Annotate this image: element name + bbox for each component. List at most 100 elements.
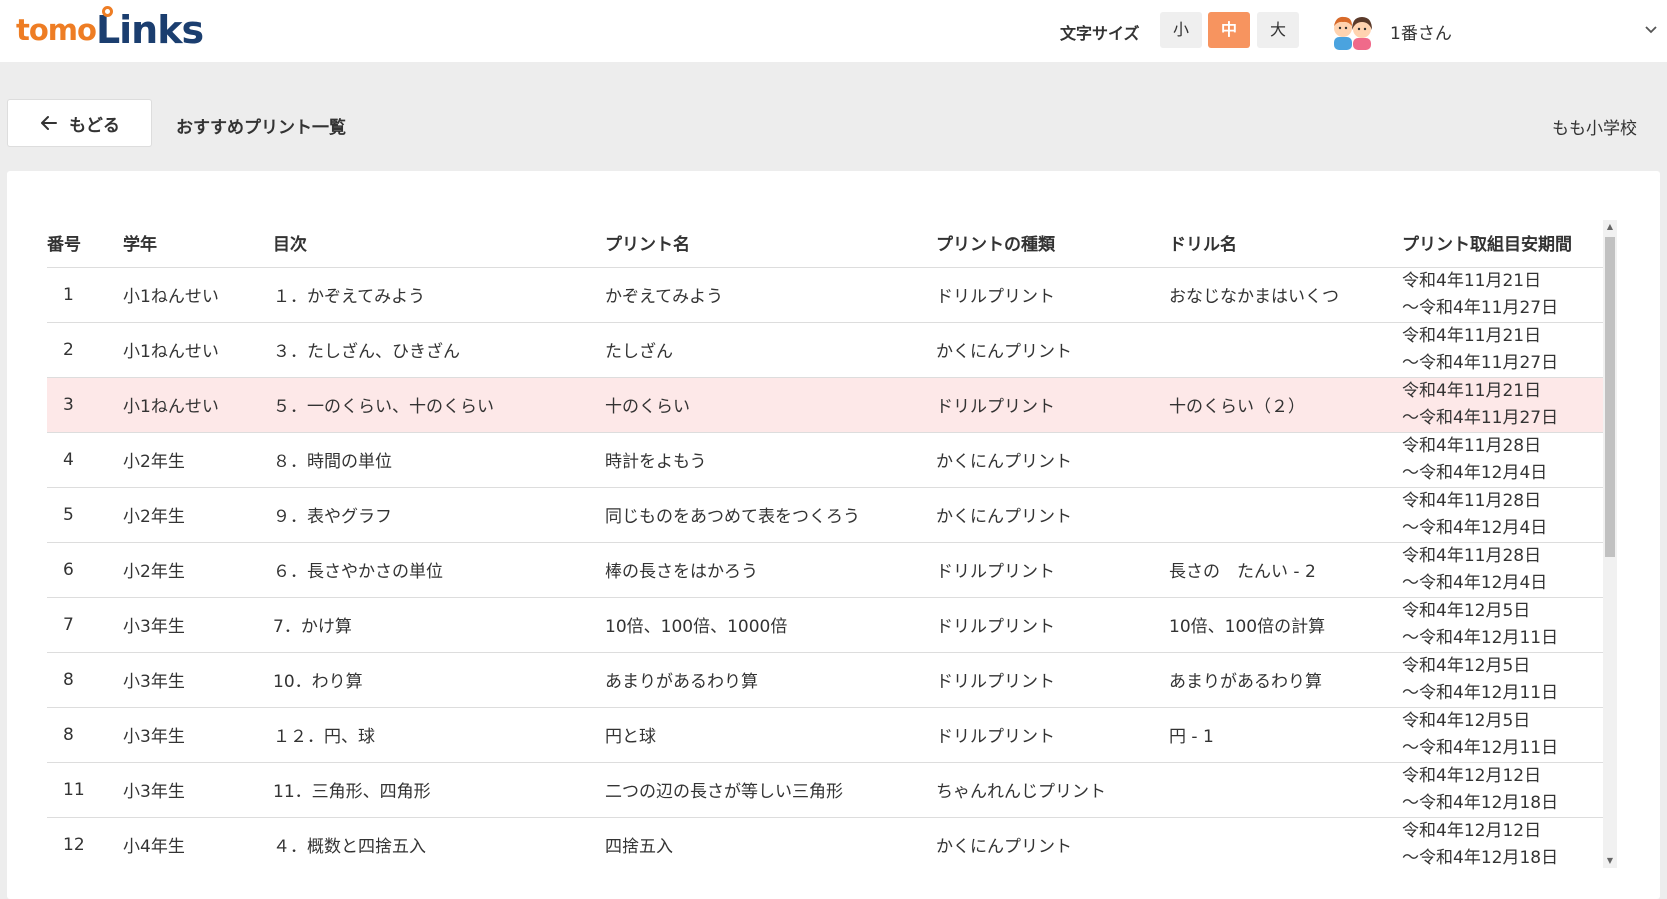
- cell-chapter: 11．三角形、四角形: [273, 762, 605, 818]
- table-scrollbar[interactable]: ▲ ▼: [1603, 220, 1617, 868]
- cell-period: 令和4年11月28日 ～令和4年12月4日: [1402, 542, 1610, 598]
- user-name[interactable]: 1番さん: [1390, 19, 1452, 44]
- period-end: ～令和4年11月27日: [1402, 352, 1559, 373]
- print-table-container[interactable]: 番号 学年 目次 プリント名 プリントの種類 ドリル名 プリント取組目安期間 1…: [47, 219, 1610, 869]
- font-size-medium-button[interactable]: 中: [1208, 12, 1250, 48]
- cell-print-name: 棒の長さをはかろう: [605, 542, 936, 598]
- cell-grade: 小1ねんせい: [123, 322, 273, 378]
- cell-print-type: ドリルプリント: [936, 267, 1169, 323]
- period-start: 令和4年11月21日: [1402, 380, 1542, 401]
- print-list-card: 番号 学年 目次 プリント名 プリントの種類 ドリル名 プリント取組目安期間 1…: [7, 171, 1660, 899]
- period-start: 令和4年12月12日: [1402, 765, 1542, 786]
- cell-print-name: 十のくらい: [605, 377, 936, 433]
- cell-print-name: 同じものをあつめて表をつくろう: [605, 487, 936, 543]
- table-row[interactable]: 7 小3年生 7．かけ算 10倍、100倍、1000倍 ドリルプリント 10倍、100倍の…: [47, 597, 1610, 653]
- back-button-label: もどる: [69, 115, 120, 136]
- page-title: おすすめプリント一覧: [176, 118, 346, 138]
- table-row[interactable]: 11 小3年生 11．三角形、四角形 二つの辺の長さが等しい三角形 ちゃんれんじプリント…: [47, 762, 1610, 818]
- cell-print-name: 時計をよもう: [605, 432, 936, 488]
- cell-drill-name: おなじなかまはいくつ: [1169, 267, 1402, 323]
- cell-drill-name: 円 - 1: [1169, 707, 1402, 763]
- cell-drill-name: [1169, 487, 1402, 543]
- cell-grade: 小3年生: [123, 597, 273, 653]
- table-row[interactable]: 4 小2年生 ８．時間の単位 時計をよもう かくにんプリント 令和4年11月28日 ～令和4…: [47, 432, 1610, 488]
- chevron-down-icon[interactable]: [1643, 22, 1659, 38]
- cell-print-type: かくにんプリント: [936, 322, 1169, 378]
- cell-period: 令和4年12月12日 ～令和4年12月18日: [1402, 762, 1610, 818]
- cell-chapter: ９．表やグラフ: [273, 487, 605, 543]
- period-start: 令和4年11月28日: [1402, 545, 1542, 566]
- table-row[interactable]: 2 小1ねんせい ３．たしざん、ひきざん たしざん かくにんプリント 令和4年11月21日…: [47, 322, 1610, 378]
- table-body: 1 小1ねんせい １．かぞえてみよう かぞえてみよう ドリルプリント おなじなかまはいくつ…: [47, 267, 1610, 869]
- table-row[interactable]: 5 小2年生 ９．表やグラフ 同じものをあつめて表をつくろう かくにんプリント 令和4年1…: [47, 487, 1610, 543]
- table-row[interactable]: 6 小2年生 ６．長さやかさの単位 棒の長さをはかろう ドリルプリント 長さの たんい -…: [47, 542, 1610, 598]
- back-button[interactable]: もどる: [7, 99, 152, 147]
- cell-grade: 小3年生: [123, 762, 273, 818]
- cell-print-name: かぞえてみよう: [605, 267, 936, 323]
- logo-text-links: Links: [96, 6, 204, 52]
- column-header-grade: 学年: [123, 219, 273, 268]
- cell-drill-name: 長さの たんい - 2: [1169, 542, 1402, 598]
- cell-number: 4: [47, 432, 123, 488]
- font-size-small-button[interactable]: 小: [1160, 12, 1202, 48]
- column-header-chapter: 目次: [273, 219, 605, 268]
- table-row[interactable]: 12 小4年生 ４．概数と四捨五入 四捨五入 かくにんプリント 令和4年12月12日 ～令和…: [47, 817, 1610, 869]
- cell-print-type: かくにんプリント: [936, 817, 1169, 869]
- cell-print-type: かくにんプリント: [936, 432, 1169, 488]
- cell-period: 令和4年12月12日 ～令和4年12月18日: [1402, 817, 1610, 869]
- cell-chapter: １．かぞえてみよう: [273, 267, 605, 323]
- font-size-large-button[interactable]: 大: [1257, 12, 1299, 48]
- cell-chapter: ６．長さやかさの単位: [273, 542, 605, 598]
- cell-number: 8: [47, 707, 123, 763]
- cell-grade: 小4年生: [123, 817, 273, 869]
- cell-drill-name: [1169, 762, 1402, 818]
- user-avatar-icon[interactable]: [1328, 12, 1376, 50]
- table-row[interactable]: 8 小3年生 10．わり算 あまりがあるわり算 ドリルプリント あまりがあるわり算 令和4年…: [47, 652, 1610, 708]
- cell-grade: 小1ねんせい: [123, 267, 273, 323]
- scroll-up-arrow-icon[interactable]: ▲: [1603, 220, 1617, 234]
- print-table: 番号 学年 目次 プリント名 プリントの種類 ドリル名 プリント取組目安期間 1…: [47, 219, 1610, 869]
- cell-print-type: かくにんプリント: [936, 487, 1169, 543]
- scroll-thumb[interactable]: [1605, 237, 1615, 557]
- period-end: ～令和4年12月11日: [1402, 627, 1559, 648]
- cell-grade: 小3年生: [123, 707, 273, 763]
- cell-chapter: １２．円、球: [273, 707, 605, 763]
- app-header: tomo Links 文字サイズ 小 中 大 1番さん: [0, 0, 1667, 62]
- cell-print-name: 円と球: [605, 707, 936, 763]
- cell-drill-name: 十のくらい（２）: [1169, 377, 1402, 433]
- period-start: 令和4年11月21日: [1402, 325, 1542, 346]
- cell-drill-name: 10倍、100倍の計算: [1169, 597, 1402, 653]
- column-header-drill-name: ドリル名: [1169, 219, 1402, 268]
- cell-period: 令和4年12月5日 ～令和4年12月11日: [1402, 707, 1610, 763]
- cell-print-type: ドリルプリント: [936, 652, 1169, 708]
- scroll-down-arrow-icon[interactable]: ▼: [1603, 854, 1617, 868]
- cell-print-name: 四捨五入: [605, 817, 936, 869]
- cell-chapter: 7．かけ算: [273, 597, 605, 653]
- tomolinks-logo[interactable]: tomo Links: [16, 6, 204, 52]
- cell-period: 令和4年12月5日 ～令和4年12月11日: [1402, 652, 1610, 708]
- table-row[interactable]: 3 小1ねんせい ５．一のくらい、十のくらい 十のくらい ドリルプリント 十のくらい（２）…: [47, 377, 1610, 433]
- cell-drill-name: [1169, 322, 1402, 378]
- cell-period: 令和4年11月21日 ～令和4年11月27日: [1402, 322, 1610, 378]
- period-end: ～令和4年12月18日: [1402, 792, 1559, 813]
- period-end: ～令和4年12月18日: [1402, 847, 1559, 868]
- logo-dot-icon: [101, 6, 113, 17]
- cell-chapter: ３．たしざん、ひきざん: [273, 322, 605, 378]
- column-header-number: 番号: [47, 219, 123, 268]
- cell-drill-name: [1169, 432, 1402, 488]
- table-row[interactable]: 8 小3年生 １２．円、球 円と球 ドリルプリント円 - 1 令和4年12月5日 ～令和4年…: [47, 707, 1610, 763]
- table-row[interactable]: 1 小1ねんせい １．かぞえてみよう かぞえてみよう ドリルプリント おなじなかまはいくつ…: [47, 267, 1610, 323]
- cell-grade: 小2年生: [123, 487, 273, 543]
- cell-number: 1: [47, 267, 123, 323]
- cell-print-name: たしざん: [605, 322, 936, 378]
- column-header-print-type: プリントの種類: [936, 219, 1169, 268]
- cell-chapter: ８．時間の単位: [273, 432, 605, 488]
- font-size-label: 文字サイズ: [1060, 24, 1140, 43]
- period-end: ～令和4年12月4日: [1402, 572, 1548, 593]
- cell-print-type: ドリルプリント: [936, 707, 1169, 763]
- cell-chapter: 10．わり算: [273, 652, 605, 708]
- cell-print-type: ドリルプリント: [936, 597, 1169, 653]
- period-start: 令和4年12月5日: [1402, 710, 1531, 731]
- period-start: 令和4年11月28日: [1402, 435, 1542, 456]
- cell-period: 令和4年11月21日 ～令和4年11月27日: [1402, 377, 1610, 433]
